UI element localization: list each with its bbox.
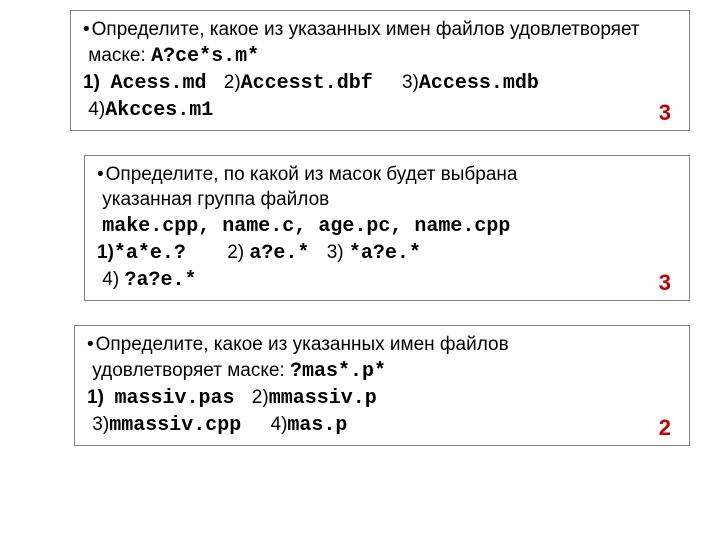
- q1-opt3: Access.mdb: [419, 72, 539, 95]
- q3-prompt-a: Определите, какое из указанных имен файл…: [96, 334, 509, 355]
- q1-prompt-b: маске:: [88, 45, 146, 66]
- q2-answer: 3: [659, 268, 671, 298]
- q1-n3: 3): [402, 72, 419, 93]
- question-card-2: •Определите, по какой из масок будет выб…: [84, 155, 690, 301]
- q2-opt3: *a?e.*: [349, 242, 421, 265]
- bullet-icon: •: [97, 162, 104, 188]
- q3-n3: 3): [92, 414, 109, 435]
- q1-prompt-a: Определите, какое из указанных имен файл…: [92, 19, 640, 40]
- q2-opt2: a?e.*: [249, 242, 309, 265]
- bullet-icon: •: [87, 332, 94, 358]
- q1-opt2: Accesst.dbf: [241, 72, 373, 95]
- q3-opt4: mas.p: [287, 414, 347, 437]
- q2-files: make.cpp, name.c, age.pc, name.cpp: [102, 215, 510, 238]
- q1-opt4: Akcces.m1: [105, 99, 213, 122]
- q3-opt2: mmassiv.p: [269, 387, 377, 410]
- q3-mask: ?mas*.p*: [290, 360, 386, 383]
- q2-n3: 3): [327, 242, 344, 263]
- q2-n4: 4): [102, 269, 119, 290]
- q3-n2: 2): [252, 387, 269, 408]
- q3-opt3: mmassiv.cpp: [109, 414, 241, 437]
- question-card-3: •Определите, какое из указанных имен фай…: [74, 325, 690, 446]
- q1-opt1: Acess.md: [110, 72, 206, 95]
- q2-n2: 2): [227, 242, 244, 263]
- q1-n1: 1): [83, 72, 100, 93]
- q3-prompt-b: удовлетворяет маске:: [92, 360, 284, 381]
- q1-n2: 2): [224, 72, 241, 93]
- q1-mask: A?ce*s.m*: [151, 45, 259, 68]
- q2-n1: 1): [97, 242, 114, 263]
- bullet-icon: •: [83, 17, 90, 43]
- q2-opt4: ?a?e.*: [124, 269, 196, 292]
- q2-prompt-a: Определите, по какой из масок будет выбр…: [106, 164, 518, 185]
- q3-answer: 2: [659, 413, 671, 443]
- q1-n4: 4): [88, 99, 105, 120]
- q2-opt1: *a*e.?: [114, 242, 186, 265]
- q3-n1: 1): [87, 387, 104, 408]
- q1-answer: 3: [659, 98, 671, 128]
- q3-n4: 4): [271, 414, 288, 435]
- q3-opt1: massiv.pas: [114, 387, 234, 410]
- question-card-1: •Определите, какое из указанных имен фай…: [70, 10, 690, 131]
- q2-prompt-b: указанная группа файлов: [102, 189, 329, 210]
